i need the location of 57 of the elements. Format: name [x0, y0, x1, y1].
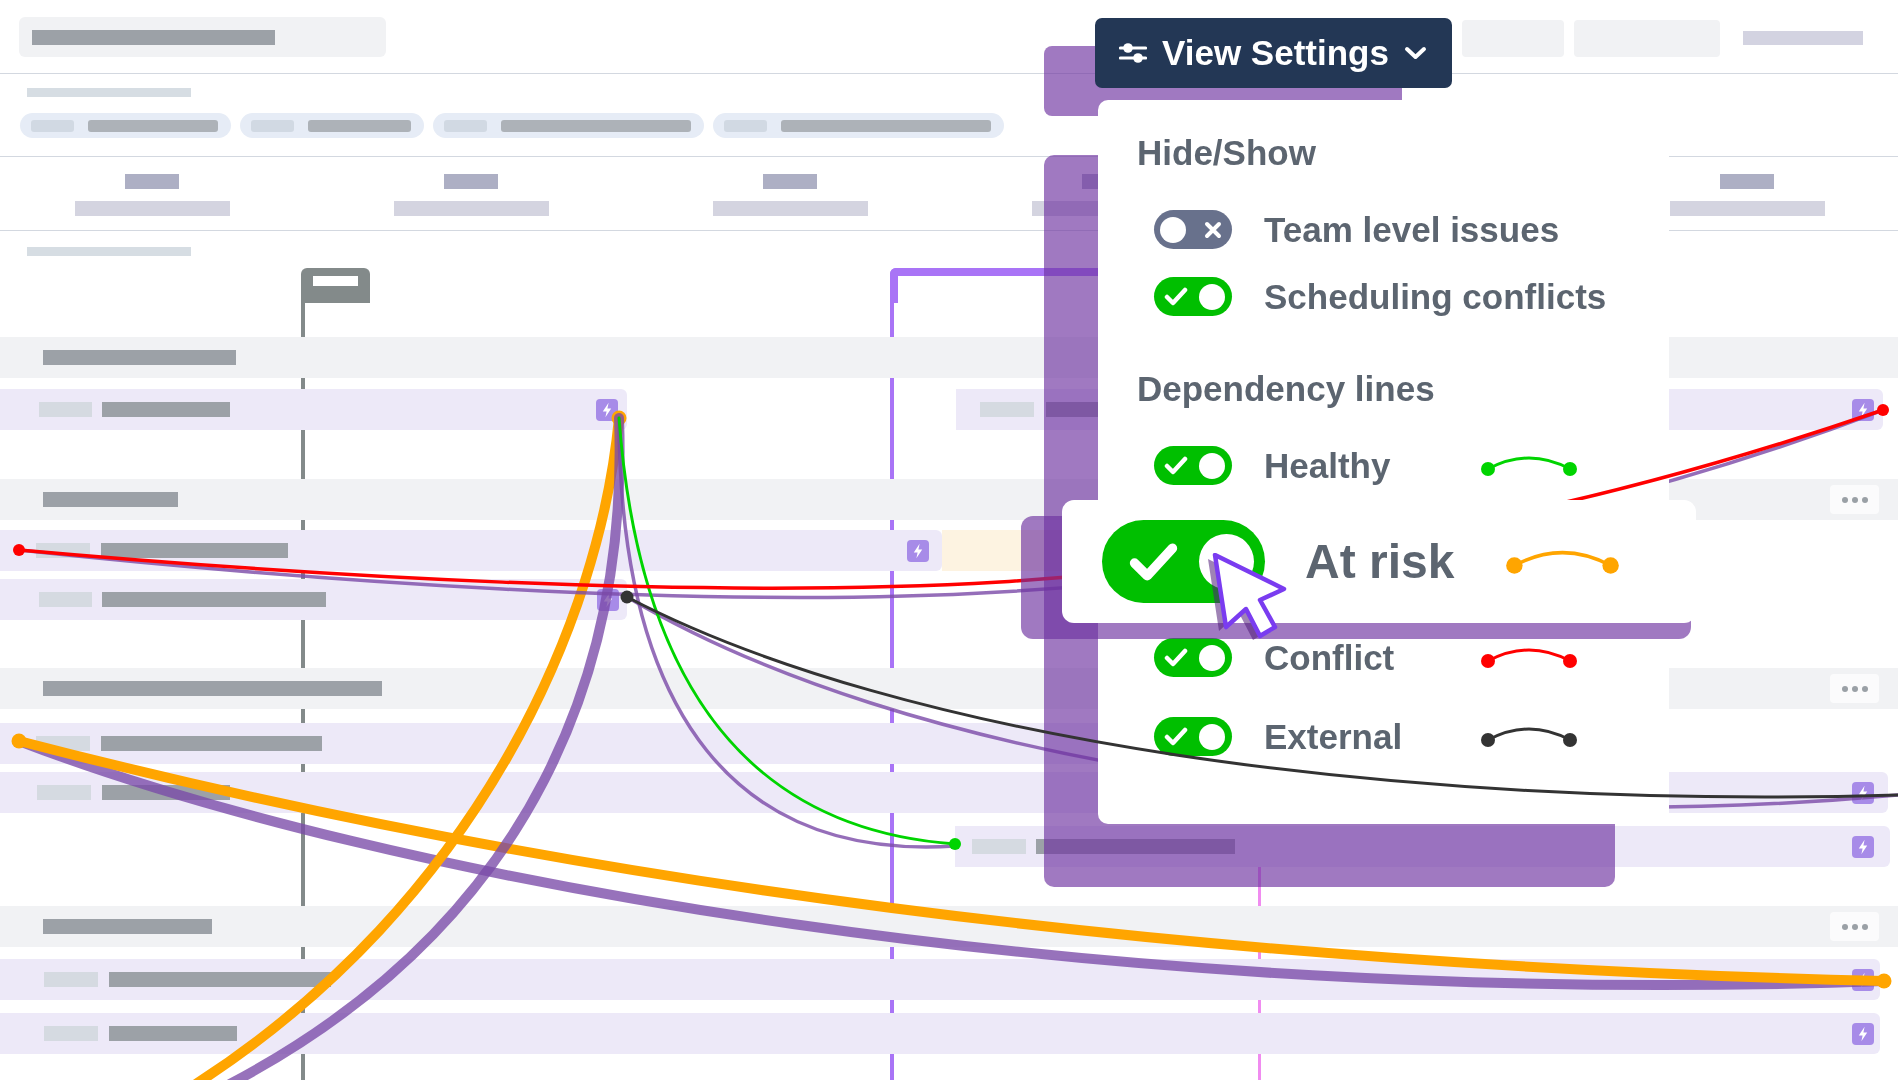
ellipsis-icon [1841, 496, 1868, 503]
section-heading: Dependency lines [1136, 368, 1436, 410]
filter-chip[interactable] [433, 113, 704, 138]
skeleton-bar [972, 839, 1026, 854]
skeleton-bar [1720, 174, 1774, 189]
timeline-bar[interactable] [955, 826, 1890, 867]
option-label: Conflict [1264, 639, 1396, 676]
button-label: View Settings [1162, 33, 1389, 73]
skeleton-bar [37, 785, 91, 800]
timeline-bar[interactable] [0, 530, 942, 571]
skeleton-bar [980, 402, 1034, 417]
filter-chip[interactable] [713, 113, 1004, 138]
skeleton-bar [444, 174, 498, 189]
option-label: At risk [1305, 535, 1456, 588]
lightning-icon [907, 539, 929, 562]
toggle-switch[interactable] [1154, 210, 1232, 249]
toggle-knob [1199, 644, 1225, 671]
option-label: Scheduling conflicts [1264, 278, 1607, 315]
option-label: Healthy [1264, 447, 1392, 484]
option-label: External [1264, 718, 1404, 755]
filter-chip[interactable] [20, 113, 231, 138]
cross-icon [1204, 220, 1222, 239]
skeleton-bar [44, 1026, 98, 1041]
toggle-knob [1199, 723, 1225, 750]
skeleton-bar [39, 402, 92, 417]
toggle-knob [1199, 283, 1225, 310]
skeleton-bar [763, 174, 817, 189]
chevron-down-icon [1403, 46, 1427, 60]
skeleton-bar [39, 592, 92, 607]
check-icon [1164, 727, 1188, 746]
lightning-icon [1852, 835, 1874, 858]
skeleton-bar [125, 174, 179, 189]
check-icon [1128, 541, 1179, 582]
lightning-icon [596, 398, 618, 421]
section-heading: Hide/Show [1136, 132, 1317, 174]
view-settings-button[interactable]: View Settings [1095, 18, 1452, 88]
toggle-switch[interactable] [1154, 446, 1232, 485]
more-button[interactable] [1830, 674, 1879, 703]
toggle-knob [1160, 216, 1186, 243]
lightning-icon [1852, 1022, 1874, 1045]
sliders-icon [1119, 41, 1147, 65]
timeline-bar[interactable] [0, 579, 627, 620]
more-button[interactable] [1830, 912, 1879, 941]
toggle-switch[interactable] [1154, 717, 1232, 756]
toggle-knob [1199, 452, 1225, 479]
check-icon [1164, 648, 1188, 667]
option-label: Team level issues [1264, 211, 1560, 248]
ellipsis-icon [1841, 923, 1868, 930]
filter-chip[interactable] [240, 113, 424, 138]
toggle-switch[interactable] [1154, 277, 1232, 316]
check-icon [1164, 456, 1188, 475]
more-button[interactable] [1830, 485, 1879, 514]
milestone-flag [301, 268, 370, 303]
skeleton-bar [44, 972, 98, 987]
check-icon [1164, 287, 1188, 306]
toggle-switch[interactable] [1154, 638, 1232, 677]
ellipsis-icon [1841, 685, 1868, 692]
